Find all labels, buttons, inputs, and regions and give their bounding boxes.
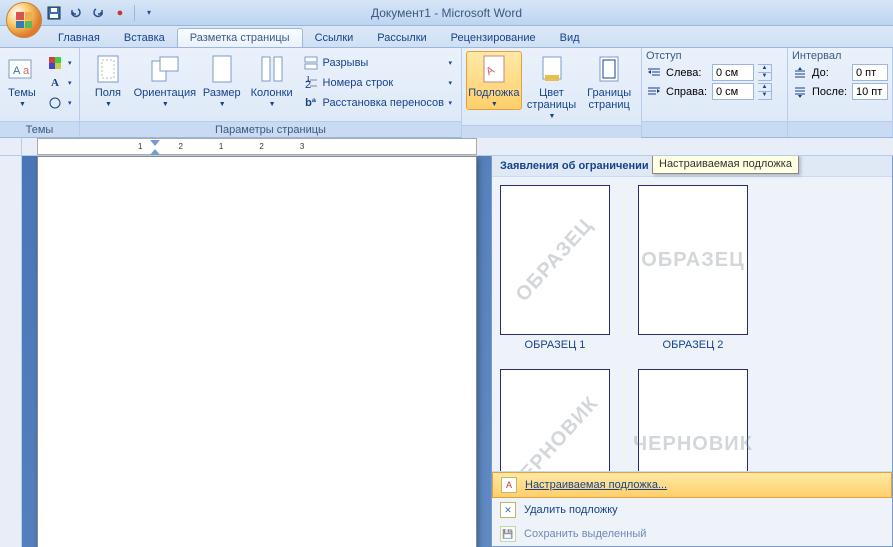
watermark-icon: A	[478, 53, 510, 85]
watermark-option-sample2[interactable]: ОБРАЗЕЦ ОБРАЗЕЦ 2	[638, 185, 748, 351]
undo-icon[interactable]	[68, 5, 84, 21]
save-icon[interactable]	[46, 5, 62, 21]
indent-heading: Отступ	[646, 50, 783, 62]
margins-icon	[92, 53, 124, 85]
indent-right-icon	[646, 84, 662, 100]
spacing-after-icon	[792, 84, 808, 100]
margins-button[interactable]: Поля▼	[84, 51, 132, 110]
themes-button[interactable]: Aa Темы ▼	[4, 51, 40, 110]
document-page[interactable]	[37, 156, 477, 547]
themes-icon: Aa	[6, 53, 38, 85]
font-icon: A	[47, 75, 63, 91]
pagesetup-group-label: Параметры страницы	[80, 121, 461, 137]
qat-separator	[134, 5, 135, 21]
record-macro-icon[interactable]: ●	[112, 5, 128, 21]
size-button[interactable]: Размер▼	[198, 51, 246, 110]
breaks-icon	[303, 55, 319, 71]
theme-effects-button[interactable]: ▾	[44, 93, 75, 113]
tab-mailings[interactable]: Рассылки	[365, 29, 438, 47]
remove-watermark-icon: ✕	[500, 502, 516, 518]
tab-view[interactable]: Вид	[548, 29, 592, 47]
custom-watermark-button[interactable]: A Настраиваемая подложка...	[492, 472, 892, 498]
hyphenation-icon: bª	[303, 95, 319, 111]
pagecolor-icon	[536, 53, 568, 85]
redo-icon[interactable]	[90, 5, 106, 21]
orientation-icon	[149, 53, 181, 85]
save-selection-button[interactable]: 💾 Сохранить выделенный	[492, 522, 892, 546]
svg-text:a: a	[23, 65, 30, 77]
tab-insert[interactable]: Вставка	[112, 29, 177, 47]
tab-review[interactable]: Рецензирование	[439, 29, 548, 47]
svg-text:A: A	[13, 65, 21, 77]
palette-icon	[47, 55, 63, 71]
document-area[interactable]: Заявления об ограничении ответственности…	[22, 156, 893, 547]
size-icon	[206, 53, 238, 85]
watermark-option-draft2[interactable]: ЧЕРНОВИК ЧЕРНОВИК 2	[638, 369, 748, 471]
line-numbers-button[interactable]: 12Номера строк▾	[300, 73, 455, 93]
ruler-corner	[0, 138, 22, 156]
themes-group-label: Темы	[0, 121, 79, 137]
gallery-header: Заявления об ограничении ответственности	[492, 156, 892, 177]
spacing-heading: Интервал	[792, 50, 888, 62]
qat-customize-icon[interactable]: ▾	[141, 5, 157, 21]
vertical-ruler[interactable]	[0, 156, 22, 547]
spacing-before-input[interactable]	[852, 64, 888, 81]
horizontal-ruler[interactable]: 1 2 1 2 3	[22, 138, 893, 156]
spacing-after-input[interactable]	[852, 83, 888, 100]
watermark-option-sample1[interactable]: ОБРАЗЕЦ ОБРАЗЕЦ 1	[500, 185, 610, 351]
window-title: Документ1 - Microsoft Word	[371, 6, 522, 20]
indent-left-input[interactable]	[712, 64, 754, 81]
indent-right-input[interactable]	[712, 83, 754, 100]
spacing-before-icon	[792, 65, 808, 81]
linenumbers-icon: 12	[303, 75, 319, 91]
save-selection-icon: 💾	[500, 526, 516, 542]
spacing-group-label	[788, 121, 892, 137]
tab-pagelayout[interactable]: Разметка страницы	[177, 28, 303, 47]
page-color-button[interactable]: Цвет страницы▼	[524, 51, 580, 122]
watermark-button[interactable]: AПодложка▼	[466, 51, 522, 110]
hyphenation-button[interactable]: bªРасстановка переносов▾	[300, 93, 455, 113]
watermark-option-draft1[interactable]: ЧЕРНОВИК ЧЕРНОВИК 1	[500, 369, 610, 471]
indent-group-label	[642, 121, 787, 137]
columns-button[interactable]: Колонки▼	[248, 51, 296, 110]
theme-fonts-button[interactable]: A▾	[44, 73, 75, 93]
chevron-down-icon: ▼	[19, 101, 26, 108]
remove-watermark-button[interactable]: ✕ Удалить подложку Настраиваемая подложк…	[492, 498, 892, 522]
breaks-button[interactable]: Разрывы▾	[300, 53, 455, 73]
pageborders-icon	[593, 53, 625, 85]
theme-colors-button[interactable]: ▾	[44, 53, 75, 73]
office-button[interactable]	[6, 2, 42, 38]
indent-marker[interactable]	[150, 138, 160, 155]
custom-watermark-icon: A	[501, 477, 517, 493]
indent-right-spinner[interactable]: ▲▼	[758, 83, 772, 100]
columns-icon	[256, 53, 288, 85]
tab-references[interactable]: Ссылки	[303, 29, 366, 47]
svg-text:2: 2	[305, 79, 311, 90]
effects-icon	[47, 95, 63, 111]
tab-home[interactable]: Главная	[46, 29, 112, 47]
page-borders-button[interactable]: Границы страниц	[581, 51, 637, 113]
watermark-gallery: Заявления об ограничении ответственности…	[491, 156, 893, 547]
indent-left-spinner[interactable]: ▲▼	[758, 64, 772, 81]
themes-label: Темы	[8, 87, 36, 99]
indent-left-icon	[646, 65, 662, 81]
orientation-button[interactable]: Ориентация▼	[134, 51, 196, 110]
